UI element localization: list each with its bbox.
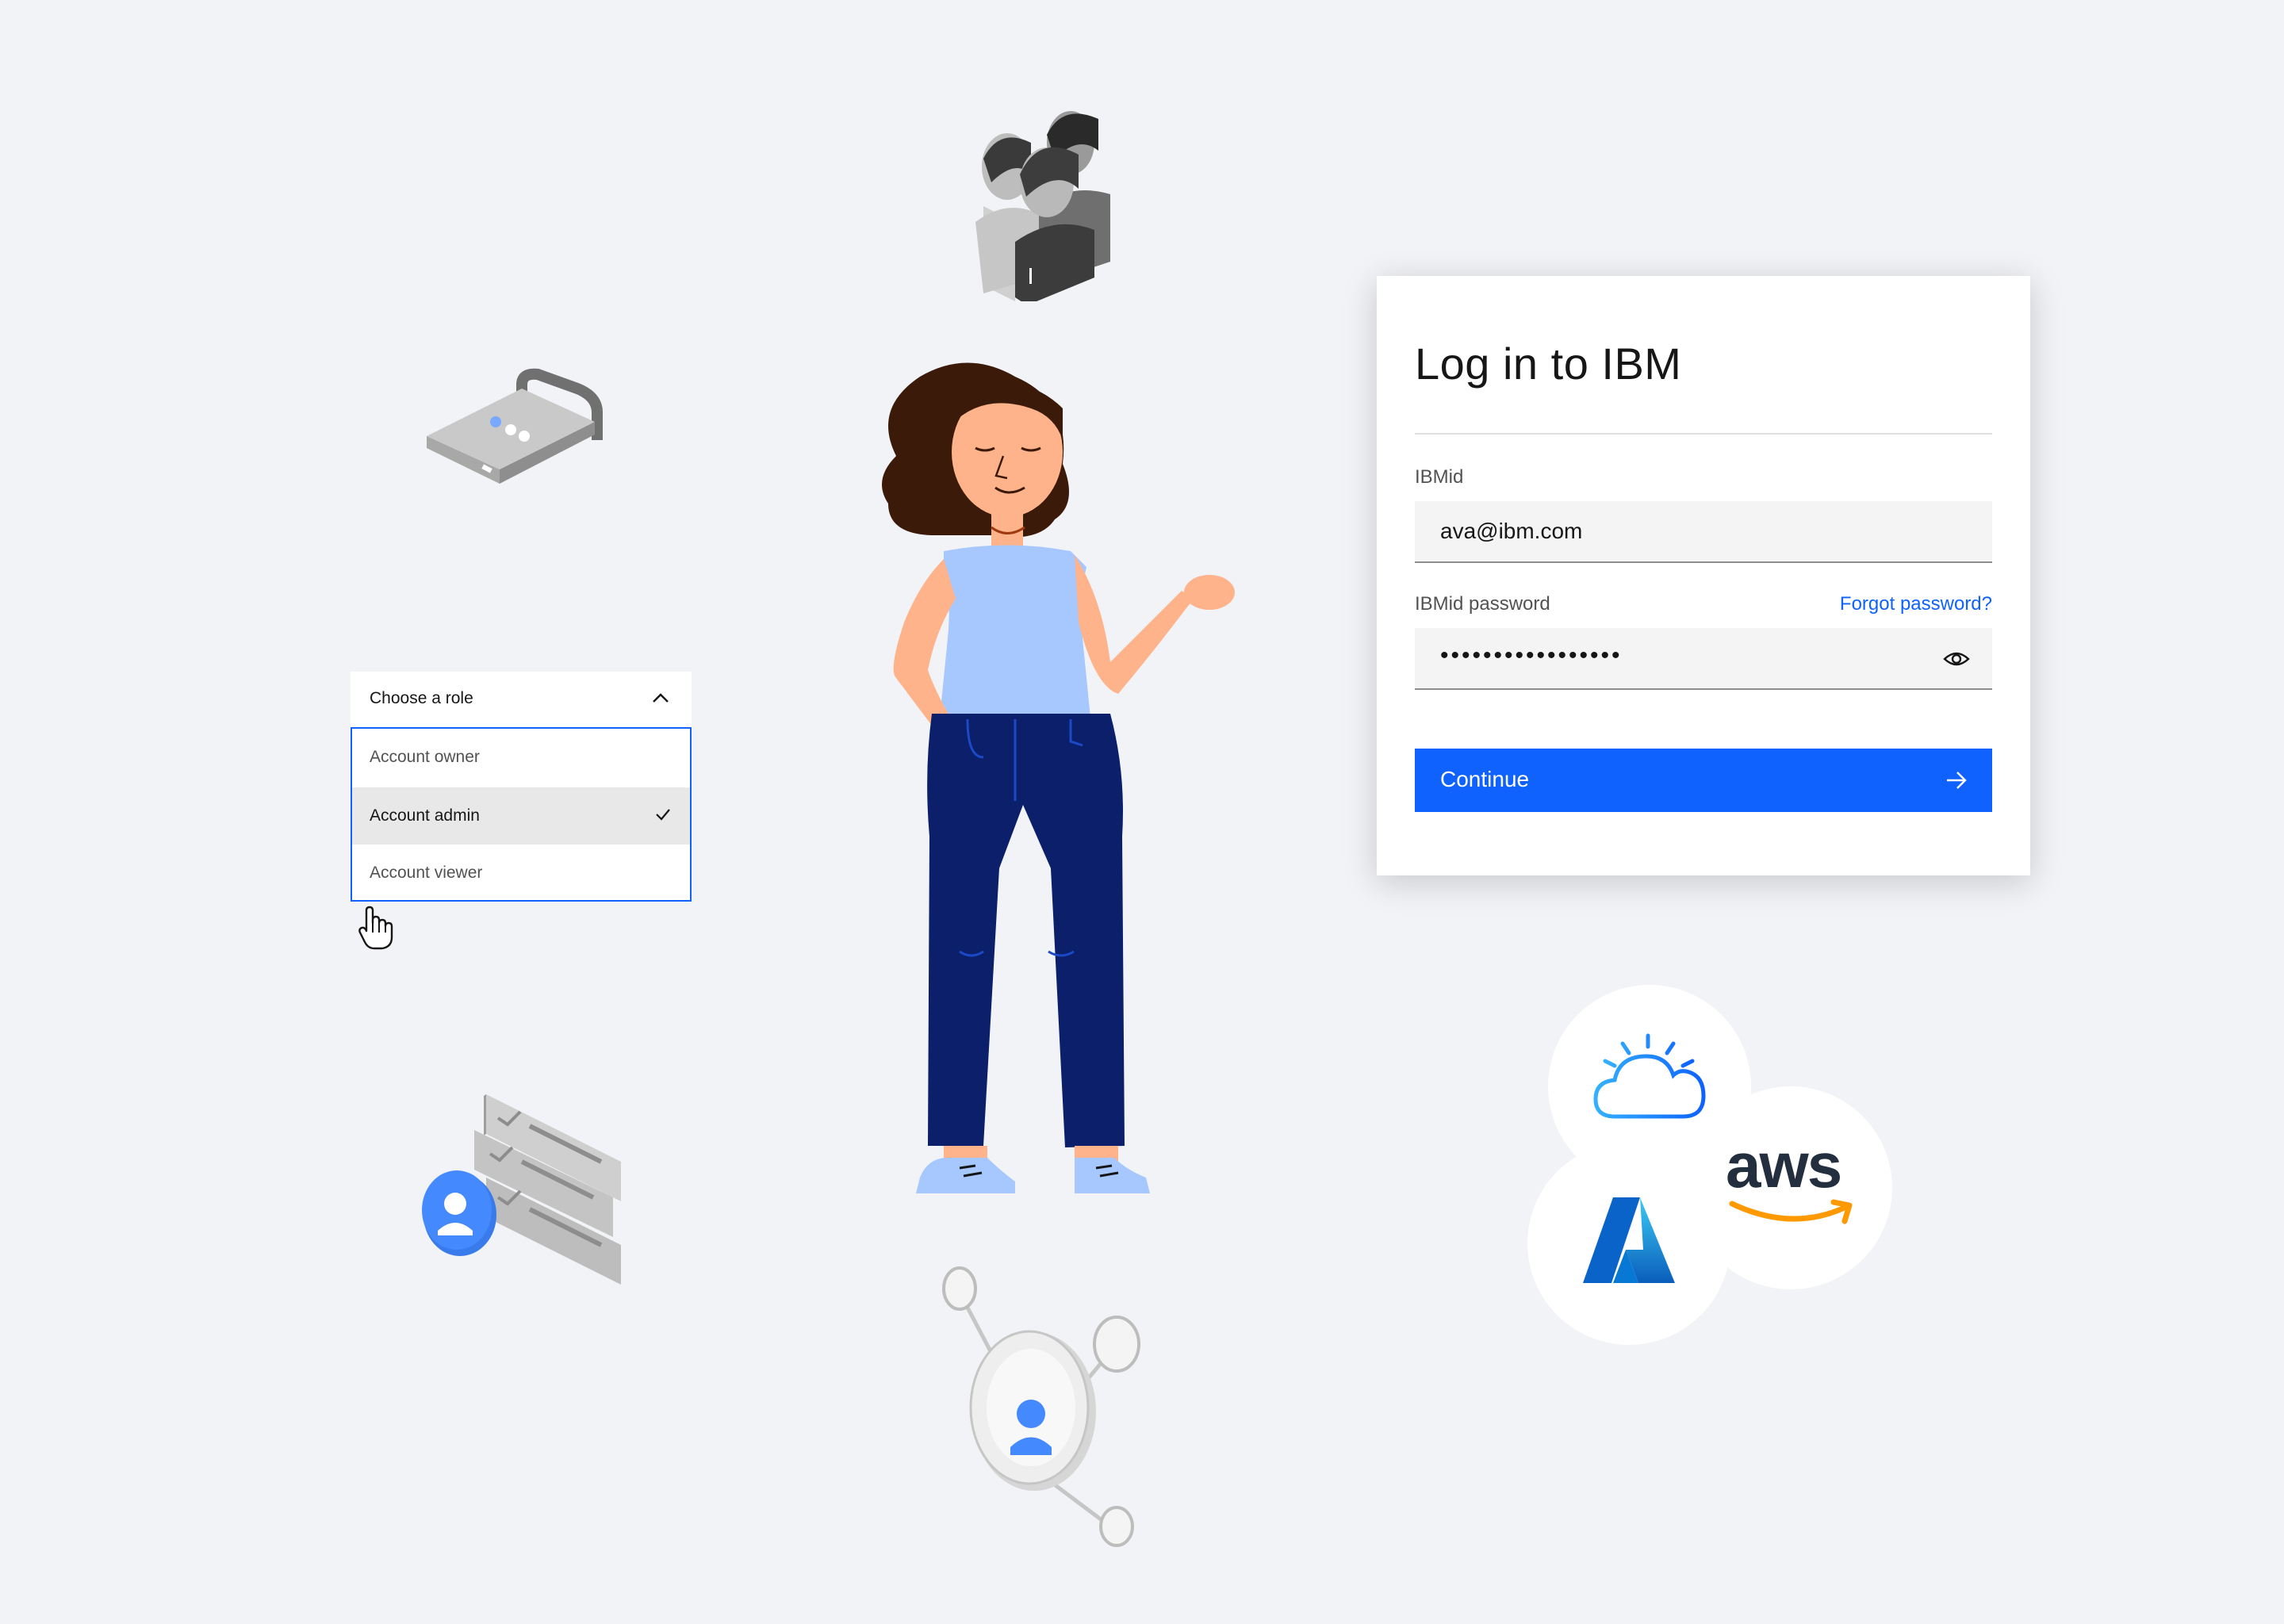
ibm-cloud-icon: [1593, 1033, 1706, 1119]
continue-button[interactable]: Continue: [1415, 749, 1992, 812]
role-dropdown-label: Choose a role: [370, 689, 473, 707]
password-value: •••••••••••••••••: [1440, 642, 1623, 668]
aws-smile: [1729, 1199, 1853, 1224]
hand-cursor-icon: [358, 906, 393, 950]
password-label: IBMid password: [1415, 593, 1550, 615]
eye-icon[interactable]: [1943, 648, 1970, 670]
forgot-password-link[interactable]: Forgot password?: [1840, 593, 1992, 615]
continue-label: Continue: [1440, 767, 1530, 791]
role-option-label: Account admin: [370, 806, 480, 825]
ibmid-field[interactable]: ava@ibm.com: [1415, 501, 1992, 563]
lock-icon: [427, 368, 603, 484]
role-option-account-admin[interactable]: Account admin: [352, 787, 690, 845]
role-option-label: Account viewer: [370, 864, 483, 882]
login-card: Log in to IBM IBMid ava@ibm.com IBMid pa…: [1377, 276, 2030, 875]
ibmid-label: IBMid: [1415, 466, 1464, 488]
login-title: Log in to IBM: [1415, 339, 1682, 389]
checklist-user-icon: [422, 1094, 621, 1285]
role-dropdown-trigger[interactable]: Choose a role: [351, 672, 692, 727]
ibmid-value: ava@ibm.com: [1440, 519, 1583, 543]
role-option-label: Account owner: [370, 748, 480, 766]
role-dropdown-menu: Account owner Account admin Account view…: [351, 727, 692, 902]
woman-illustration: [882, 362, 1235, 1193]
users-icon: [975, 111, 1110, 301]
azure-icon: [1583, 1197, 1675, 1283]
chevron-up-icon[interactable]: [652, 691, 669, 704]
aws-icon: aws: [1726, 1134, 1861, 1237]
network-user-icon: [942, 1266, 1140, 1547]
arrow-right-icon: [1947, 772, 1967, 789]
login-divider: [1415, 433, 1992, 435]
password-field[interactable]: •••••••••••••••••: [1415, 628, 1992, 690]
checkmark-icon: [656, 809, 670, 821]
role-option-account-owner[interactable]: Account owner: [352, 729, 690, 786]
role-option-account-viewer[interactable]: Account viewer: [352, 845, 690, 902]
aws-wordmark: aws: [1726, 1130, 1842, 1201]
